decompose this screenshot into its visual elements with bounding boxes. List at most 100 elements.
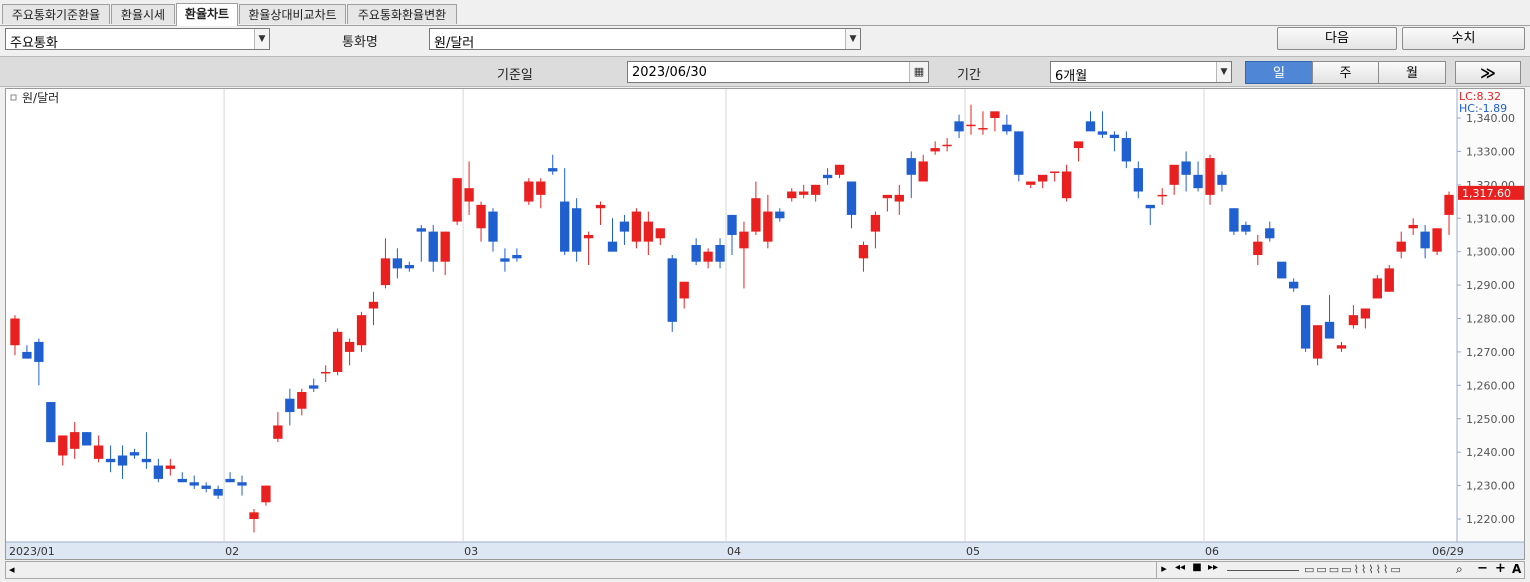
zoom-out-icon[interactable]: − bbox=[1477, 561, 1488, 576]
candle bbox=[368, 291, 379, 326]
period-select[interactable]: 6개월 ▼ bbox=[1050, 61, 1232, 84]
x-tick-label: 05 bbox=[966, 545, 980, 558]
candle-body bbox=[1085, 121, 1096, 132]
first-page-icon[interactable]: ◂◂ bbox=[1172, 562, 1188, 578]
candle-body bbox=[763, 211, 773, 242]
candle bbox=[787, 188, 797, 202]
candle bbox=[966, 104, 976, 135]
candle-body bbox=[775, 211, 785, 219]
last-page-icon[interactable]: ▸▸ bbox=[1205, 562, 1221, 578]
date-value: 2023/06/30 bbox=[632, 65, 707, 80]
candle-body bbox=[1384, 268, 1394, 292]
tab-relative-compare-chart[interactable]: 환율상대비교차트 bbox=[239, 4, 346, 24]
candle bbox=[1121, 131, 1132, 169]
currency-select[interactable]: 원/달러 ▼ bbox=[429, 28, 861, 51]
candle bbox=[1432, 228, 1442, 256]
candle-body bbox=[117, 455, 128, 466]
candle-body bbox=[810, 184, 821, 195]
candlestick-chart[interactable]: 1,340.001,330.001,320.001,310.001,300.00… bbox=[6, 89, 1524, 559]
candle bbox=[273, 412, 283, 443]
candle-body bbox=[1324, 321, 1335, 339]
tool-icons[interactable]: ▭▭▭▭⌇⌇⌇⌇⌇▭ bbox=[1304, 563, 1403, 576]
candle bbox=[643, 211, 654, 256]
candle bbox=[1109, 131, 1120, 152]
font-size-icon[interactable]: A bbox=[1512, 562, 1521, 576]
tab-rate-chart[interactable]: 환율차트 bbox=[176, 3, 238, 26]
candle bbox=[416, 224, 426, 262]
period-label: 기간 bbox=[957, 68, 981, 83]
candle bbox=[297, 388, 307, 416]
calendar-icon[interactable]: ▦ bbox=[909, 62, 928, 82]
tab-currency-converter[interactable]: 주요통화환율변환 bbox=[347, 4, 457, 24]
candle-body bbox=[273, 425, 283, 439]
candle-body bbox=[1014, 131, 1024, 175]
candle bbox=[309, 378, 319, 393]
periodicity-weekly[interactable]: 주 bbox=[1312, 61, 1379, 84]
periodicity-monthly[interactable]: 월 bbox=[1378, 61, 1446, 84]
candle-body bbox=[930, 148, 940, 152]
candle-body bbox=[237, 482, 247, 486]
candle-body bbox=[691, 244, 701, 262]
values-button[interactable]: 수치 bbox=[1402, 27, 1525, 50]
candle bbox=[141, 432, 152, 469]
candle bbox=[942, 138, 952, 152]
tab-major-currency-rates[interactable]: 주요통화기준환율 bbox=[2, 4, 110, 24]
candle bbox=[1300, 305, 1311, 352]
candle bbox=[105, 445, 116, 473]
candle-body bbox=[440, 231, 450, 262]
scroll-right-icon[interactable]: ▸ bbox=[1156, 562, 1171, 578]
periodicity-daily[interactable]: 일 bbox=[1245, 61, 1313, 84]
y-tick-label: 1,250.00 bbox=[1466, 413, 1515, 426]
candle-body bbox=[655, 228, 665, 239]
go-button[interactable]: ≫ bbox=[1455, 61, 1521, 84]
candle-body bbox=[727, 214, 737, 235]
tab-rate-quotes[interactable]: 환율시세 bbox=[111, 4, 175, 24]
candle-body bbox=[978, 128, 988, 130]
candle-body bbox=[392, 258, 403, 269]
candle-body bbox=[1109, 134, 1120, 139]
candle bbox=[93, 435, 104, 463]
candle-body bbox=[1289, 281, 1299, 289]
candle bbox=[1408, 218, 1418, 235]
candle-body bbox=[560, 201, 570, 252]
candle-body bbox=[201, 485, 211, 489]
candle bbox=[1145, 204, 1155, 225]
category-select[interactable]: 주요통화 ▼ bbox=[5, 28, 270, 51]
scroll-left-icon[interactable]: ◂ bbox=[9, 563, 15, 576]
chevron-down-icon[interactable]: ▼ bbox=[1216, 62, 1231, 82]
date-input[interactable]: 2023/06/30 ▦ bbox=[627, 61, 929, 83]
candle bbox=[1014, 131, 1024, 182]
candle bbox=[810, 184, 821, 202]
y-tick-label: 1,330.00 bbox=[1466, 145, 1515, 158]
zoom-in-icon[interactable]: + bbox=[1495, 561, 1506, 576]
chevron-down-icon[interactable]: ▼ bbox=[254, 29, 269, 49]
candle bbox=[1265, 221, 1275, 242]
candle-body bbox=[512, 255, 522, 259]
next-button[interactable]: 다음 bbox=[1277, 27, 1397, 50]
candle-body bbox=[918, 161, 928, 182]
candle-body bbox=[524, 181, 534, 202]
candle-body bbox=[643, 221, 654, 242]
candle bbox=[1205, 154, 1215, 205]
candle bbox=[990, 111, 1000, 132]
magnifier-icon[interactable]: ⌕ bbox=[1456, 562, 1463, 577]
candle-body bbox=[966, 124, 976, 127]
candle bbox=[1312, 325, 1323, 366]
y-tick-label: 1,280.00 bbox=[1466, 313, 1515, 326]
candle-body bbox=[10, 318, 20, 346]
candle bbox=[1217, 171, 1227, 192]
candle bbox=[1384, 265, 1394, 292]
candle bbox=[834, 164, 845, 179]
stop-icon[interactable]: ■ bbox=[1190, 562, 1204, 578]
horizontal-scrollbar[interactable]: ◂ ▸ ◂◂ ■ ▸▸ ▭▭▭▭⌇⌇⌇⌇⌇▭ ⌕ − + A bbox=[5, 561, 1525, 579]
candle-body bbox=[356, 315, 367, 346]
chart-panel[interactable]: 1,340.00 1,330.00 1,320.00 1,310.00 1,300.00… bbox=[5, 88, 1525, 560]
chevron-down-icon[interactable]: ▼ bbox=[845, 29, 860, 49]
x-tick-label: 06 bbox=[1205, 545, 1219, 558]
candle bbox=[1336, 341, 1347, 352]
candle bbox=[153, 458, 164, 483]
candle-body bbox=[1133, 168, 1143, 192]
y-tick-label: 1,290.00 bbox=[1466, 279, 1515, 292]
zoom-slider[interactable] bbox=[1227, 570, 1299, 571]
candle bbox=[1133, 161, 1143, 199]
